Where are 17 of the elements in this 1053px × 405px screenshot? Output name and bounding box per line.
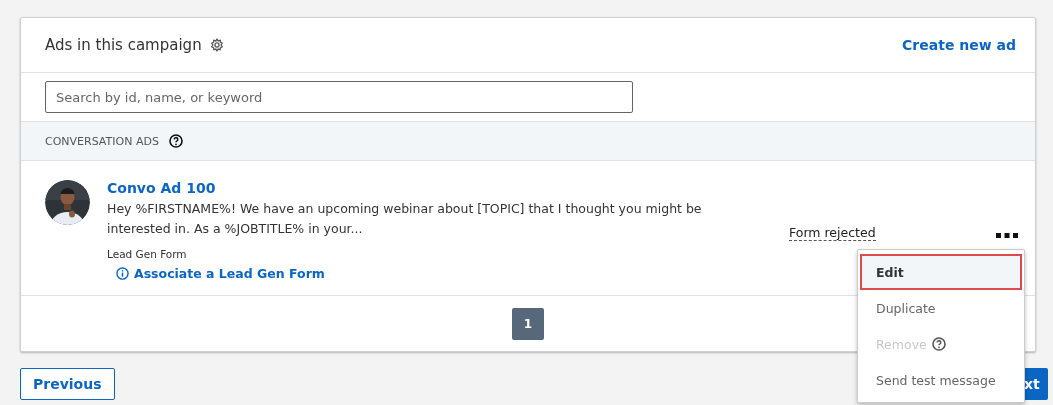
previous-button[interactable]: Previous: [20, 368, 115, 400]
help-icon[interactable]: [168, 134, 183, 148]
info-icon: [116, 267, 129, 280]
create-ad-link[interactable]: Create new ad: [902, 37, 1016, 53]
page-button[interactable]: 1: [512, 307, 544, 340]
search-field[interactable]: Search by id, name, or keyword: [45, 81, 633, 113]
form-label: Lead Gen Form: [107, 248, 188, 260]
next-button[interactable]: xt: [1024, 368, 1048, 400]
menu-item[interactable]: Edit: [860, 254, 1022, 290]
more-options-icon[interactable]: [996, 233, 1018, 239]
ad-name-link[interactable]: Convo Ad 100: [107, 180, 727, 196]
ad-message: Hey %FIRSTNAME%! We have an upcoming webinar about [TOPIC] that I thought you might be interested in. As a %JOBTITLE% in your...: [107, 200, 703, 238]
card-title: Ads in this campaign: [45, 36, 202, 54]
section-label: CONVERSATION ADS: [45, 134, 159, 148]
associate-form-link[interactable]: Associate a Lead Gen Form: [116, 266, 727, 281]
form-status[interactable]: Form rejected: [789, 225, 876, 241]
settings-icon[interactable]: [209, 38, 224, 52]
